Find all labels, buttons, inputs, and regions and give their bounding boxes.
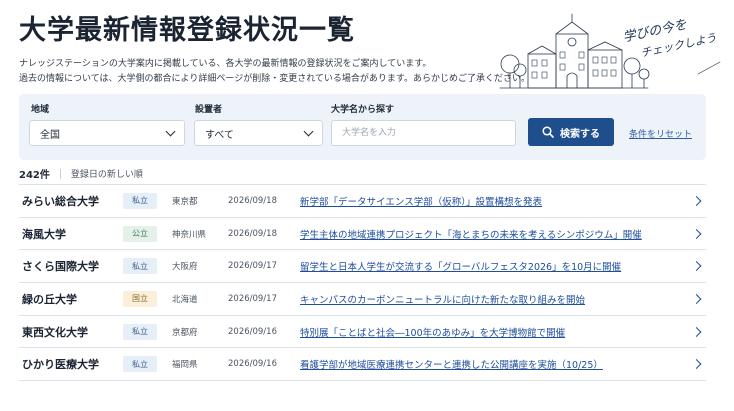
registration-date: 2026/09/16 bbox=[228, 326, 277, 337]
university-name: さくら国際大学 bbox=[22, 260, 99, 274]
region-select[interactable]: 全国 bbox=[29, 120, 185, 146]
chevron-right-icon[interactable] bbox=[691, 261, 702, 272]
prefecture: 京都府 bbox=[172, 327, 198, 338]
name-search-label: 大学名から探す bbox=[331, 105, 395, 115]
status-badge: 私立 bbox=[123, 323, 157, 340]
type-select[interactable]: すべて bbox=[194, 120, 323, 146]
university-name: みらい総合大学 bbox=[22, 194, 99, 208]
prefecture: 大阪府 bbox=[172, 262, 198, 273]
news-link[interactable]: 看護学部が地域医療連携センターと連携した公開講座を実施（10/25） bbox=[300, 357, 603, 371]
region-label: 地域 bbox=[31, 105, 50, 115]
list-item[interactable]: 東西文化大学 私立 京都府 2026/09/16 特別展「ことばと社会―100年… bbox=[19, 316, 706, 349]
type-label: 設置者 bbox=[195, 105, 223, 115]
university-name: 東西文化大学 bbox=[22, 325, 88, 339]
status-badge: 公立 bbox=[123, 225, 157, 242]
university-name: 海風大学 bbox=[22, 227, 66, 241]
registration-date: 2026/09/18 bbox=[228, 228, 277, 239]
news-link[interactable]: キャンパスのカーボンニュートラルに向けた新たな取り組みを開始 bbox=[300, 292, 585, 306]
status-badge: 私立 bbox=[123, 192, 157, 209]
registration-date: 2026/09/17 bbox=[228, 261, 277, 272]
chevron-down-icon bbox=[165, 126, 176, 136]
news-link[interactable]: 新学部「データサイエンス学部（仮称）」設置構想を発表 bbox=[300, 194, 542, 208]
list-item[interactable]: ひかり医療大学 私立 福岡県 2026/09/16 看護学部が地域医療連携センタ… bbox=[19, 348, 706, 382]
page-note: 過去の情報については、大学側の都合により詳細ページが削除・変更されている場合があ… bbox=[19, 74, 531, 84]
page-description: ナレッジステーションの大学案内に掲載している、各大学の最新情報の登録状況をご案内… bbox=[19, 59, 432, 69]
news-link[interactable]: 留学生と日本人学生が交流する「グローバルフェスタ2026」を10月に開催 bbox=[300, 259, 621, 273]
sort-order: 登録日の新しい順 bbox=[70, 170, 143, 180]
chevron-right-icon[interactable] bbox=[691, 326, 702, 337]
list-item[interactable]: さくら国際大学 私立 大阪府 2026/09/17 留学生と日本人学生が交流する… bbox=[19, 250, 706, 284]
prefecture: 神奈川県 bbox=[172, 229, 207, 240]
search-button[interactable]: 検索する bbox=[528, 118, 614, 146]
status-badge: 私立 bbox=[123, 356, 157, 373]
prefecture: 北海道 bbox=[172, 294, 198, 305]
university-name: 緑の丘大学 bbox=[22, 292, 77, 306]
university-search-input[interactable] bbox=[331, 120, 516, 146]
chevron-right-icon[interactable] bbox=[691, 228, 702, 239]
chevron-right-icon[interactable] bbox=[691, 359, 702, 370]
registration-date: 2026/09/16 bbox=[228, 359, 277, 370]
university-name: ひかり医療大学 bbox=[22, 358, 99, 372]
status-badge: 国立 bbox=[123, 290, 157, 307]
search-button-label: 検索する bbox=[560, 128, 600, 140]
region-select-value: 全国 bbox=[40, 129, 60, 141]
search-panel: 地域 全国 設置者 すべて 大学名から探す 検索する 条件をリセット bbox=[19, 94, 706, 160]
divider bbox=[59, 168, 61, 179]
list-item[interactable]: みらい総合大学 私立 東京都 2026/09/18 新学部「データサイエンス学部… bbox=[19, 185, 706, 218]
news-link[interactable]: 特別展「ことばと社会―100年のあゆみ」を大学博物館で開催 bbox=[300, 325, 565, 339]
page-title: 大学最新情報登録状況一覧 bbox=[19, 15, 355, 46]
result-count: 242件 bbox=[19, 170, 50, 181]
type-select-value: すべて bbox=[205, 129, 234, 141]
news-link[interactable]: 学生主体の地域連携プロジェクト「海とまちの未来を考えるシンポジウム」開催 bbox=[300, 227, 642, 241]
chevron-right-icon[interactable] bbox=[691, 293, 702, 304]
prefecture: 福岡県 bbox=[172, 360, 198, 371]
registration-date: 2026/09/17 bbox=[228, 293, 277, 304]
reset-filters-link[interactable]: 条件をリセット bbox=[629, 127, 692, 140]
list-item[interactable]: 緑の丘大学 国立 北海道 2026/09/17 キャンパスのカーボンニュートラル… bbox=[19, 283, 706, 316]
results-summary: 242件 登録日の新しい順 bbox=[19, 166, 143, 181]
chevron-down-icon bbox=[303, 126, 314, 136]
list-item[interactable]: 海風大学 公立 神奈川県 2026/09/18 学生主体の地域連携プロジェクト「… bbox=[19, 218, 706, 251]
registration-date: 2026/09/18 bbox=[228, 195, 277, 206]
university-news-list: みらい総合大学 私立 東京都 2026/09/18 新学部「データサイエンス学部… bbox=[19, 184, 706, 382]
status-badge: 私立 bbox=[123, 258, 157, 275]
search-icon bbox=[542, 126, 554, 138]
prefecture: 東京都 bbox=[172, 196, 198, 207]
chevron-right-icon[interactable] bbox=[691, 195, 702, 206]
